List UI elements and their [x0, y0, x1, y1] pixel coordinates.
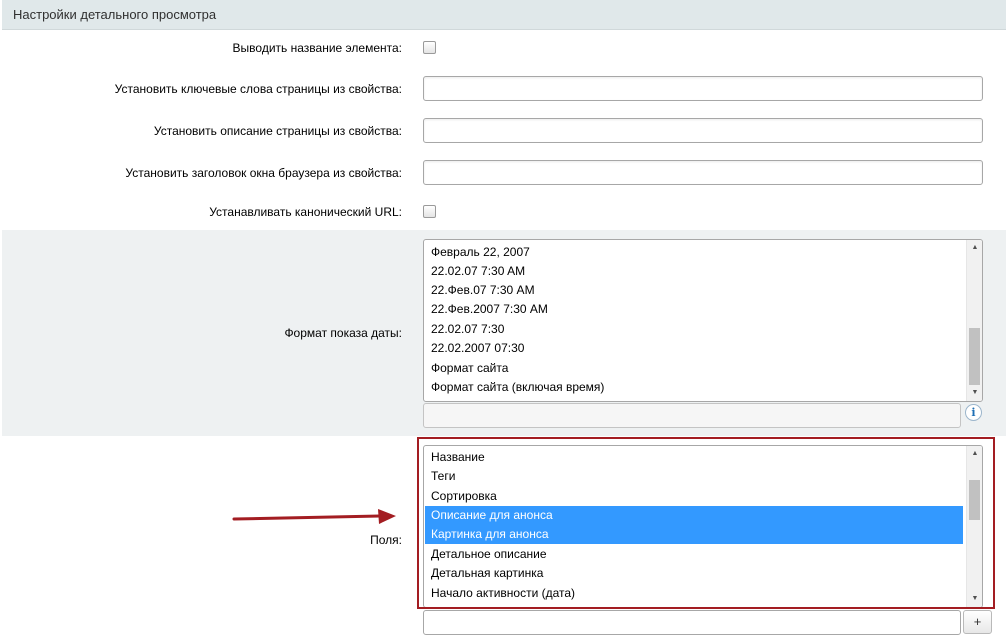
date-format-option[interactable]: Февраль 22, 2007: [425, 243, 963, 262]
scroll-thumb[interactable]: [969, 328, 980, 385]
date-format-option[interactable]: 22.Фев.2007 7:30 AM: [425, 300, 963, 319]
date-format-scrollbar[interactable]: ▲ ▼: [966, 240, 982, 401]
show-name-checkbox[interactable]: [423, 41, 436, 54]
date-format-option[interactable]: Формат сайта: [425, 359, 963, 378]
scroll-down-arrow-icon[interactable]: ▼: [967, 385, 982, 401]
date-format-option[interactable]: 22.02.07 7:30 AM: [425, 262, 963, 281]
date-format-option[interactable]: 22.02.2007 07:30: [425, 339, 963, 358]
date-format-label: Формат показа даты:: [284, 326, 402, 340]
date-format-option[interactable]: 22.02.07 7:30: [425, 320, 963, 339]
date-format-custom-input[interactable]: [423, 403, 961, 428]
keywords-input[interactable]: [423, 76, 983, 101]
browser-title-label: Установить заголовок окна браузера из св…: [125, 166, 402, 180]
highlight-box: [417, 437, 995, 609]
date-format-option[interactable]: Формат сайта (включая время): [425, 378, 963, 397]
section-header: Настройки детального просмотра: [2, 0, 1006, 30]
fields-label: Поля:: [370, 533, 402, 547]
scroll-up-arrow-icon[interactable]: ▲: [967, 240, 982, 256]
canonical-checkbox[interactable]: [423, 205, 436, 218]
fields-custom-input[interactable]: [423, 610, 961, 635]
show-name-label: Выводить название элемента:: [232, 41, 402, 55]
section-title: Настройки детального просмотра: [13, 7, 217, 22]
red-arrow-icon: [232, 509, 396, 524]
keywords-label: Установить ключевые слова страницы из св…: [114, 82, 402, 96]
add-field-button[interactable]: +: [963, 610, 992, 634]
info-icon[interactable]: i: [965, 404, 982, 421]
description-input[interactable]: [423, 118, 983, 143]
browser-title-input[interactable]: [423, 160, 983, 185]
canonical-label: Устанавливать канонический URL:: [209, 205, 402, 219]
date-format-listbox[interactable]: Февраль 22, 2007 22.02.07 7:30 AM 22.Фев…: [423, 239, 983, 402]
date-format-option[interactable]: 22.Фев.07 7:30 AM: [425, 281, 963, 300]
description-label: Установить описание страницы из свойства…: [153, 124, 402, 138]
